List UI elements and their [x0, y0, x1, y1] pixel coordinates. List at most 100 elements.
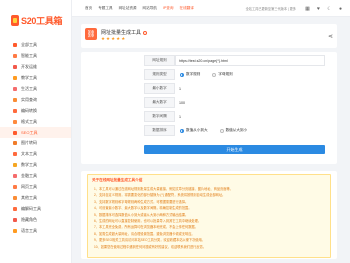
top-bar: 首页 专题工具 网址站资源 网站导航 IP查询 在线翻译 全站工具已更新至第三代版本 | …	[72, 0, 350, 17]
sidebar-item[interactable]: 金融工具	[0, 171, 71, 182]
tool-header-card: ⛓ 网址批量生成工具 ★ ★ ★ ★ ★ ⋖	[81, 24, 337, 48]
url-rule-label: 网址规则	[144, 55, 175, 66]
sidebar-item[interactable]: 全部工具	[0, 40, 71, 51]
sidebar-item-icon	[13, 217, 17, 222]
sidebar-item[interactable]: 实用查询	[0, 94, 71, 105]
sidebar-item-label: 格式工具	[21, 118, 37, 124]
sidebar-item[interactable]: 智能工具	[0, 51, 71, 62]
star-icon: ★	[121, 36, 126, 41]
sidebar-item-icon	[13, 108, 17, 113]
sidebar-item-label: 编解码工具	[21, 205, 41, 211]
sort-order-row: 数据排序 数值从小到大 数值从大到小	[144, 125, 325, 136]
sidebar-item-icon	[13, 43, 17, 48]
sidebar-item-label: 金融工具	[21, 173, 37, 179]
top-nav-link[interactable]: IP查询	[163, 6, 174, 11]
top-nav-link[interactable]: 网址站资源	[119, 6, 137, 11]
min-number-input[interactable]: 1	[175, 83, 325, 94]
help-box: 关于在线网址批量生成工具介绍 1、本工具可以通过在线网址规则批量生成大量链接，例…	[87, 174, 331, 258]
sidebar-item[interactable]: 其他工具	[0, 192, 71, 203]
rule-type-row: 规则类型 数字规则 字母规则	[144, 69, 325, 80]
sidebar-item-label: SEO工具	[21, 129, 38, 135]
sidebar-item[interactable]: 编码转换	[0, 105, 71, 116]
min-number-row: 最小数字 1	[144, 83, 325, 94]
sidebar-item-icon	[13, 119, 17, 124]
sidebar-item-icon	[13, 76, 17, 81]
radio-descending-label: 数值从大到小	[225, 128, 248, 132]
help-line: 10、如果您在使用过程中遇到任何问题或有好的建议，欢迎联系我们进行反馈。	[94, 244, 206, 249]
sidebar-item[interactable]: SEO工具	[0, 127, 71, 139]
heart-icon[interactable]: ♥	[315, 5, 322, 12]
sidebar-item-label: 语言工具	[21, 227, 37, 233]
tool-form-card: 网址规则 https://test.s20.cn/page{*}.html 规则…	[81, 52, 337, 164]
sort-order-radio-group: 数值从小到大 数值从大到小	[175, 125, 325, 136]
min-number-label: 最小数字	[144, 83, 175, 94]
url-rule-input[interactable]: https://test.s20.cn/page{*}.html	[175, 55, 325, 66]
help-list: 1、本工具可以通过在线网址规则批量生成大量链接，例如文章分页链接、图片地址、商品…	[94, 186, 326, 250]
radio-checked-icon	[180, 72, 184, 77]
url-rule-row: 网址规则 https://test.s20.cn/page{*}.html	[144, 55, 325, 66]
generate-button[interactable]: 开始生成	[144, 145, 325, 154]
link-tool-icon: ⛓	[85, 28, 97, 40]
radio-descending[interactable]: 数值从大到小	[219, 128, 248, 133]
top-nav-link[interactable]: 专题工具	[98, 6, 112, 11]
tool-title: 网址批量生成工具	[101, 29, 148, 36]
sidebar-item-icon	[13, 163, 17, 168]
moon-icon[interactable]: ☾	[326, 5, 333, 12]
star-icon: ★	[106, 36, 111, 41]
top-nav-link[interactable]: 首页	[85, 6, 92, 11]
sidebar-item-label: 其他工具	[21, 194, 37, 200]
top-nav-link[interactable]: 网站导航	[143, 6, 157, 11]
step-label: 数字间隔	[144, 111, 175, 122]
tool-title-text: 网址批量生成工具	[101, 30, 142, 36]
radio-unchecked-icon	[219, 128, 224, 133]
notice-text[interactable]: 全站工具已更新至第三代版本 | 更多	[246, 6, 296, 11]
generator-form: 网址规则 https://test.s20.cn/page{*}.html 规则…	[144, 55, 325, 154]
sidebar-item-icon	[13, 87, 17, 91]
max-number-row: 最大数字 100	[144, 97, 325, 108]
sidebar-item-label: 数学工具	[21, 162, 37, 168]
sidebar-item[interactable]: 网页工具	[0, 182, 71, 193]
rating-stars: ★ ★ ★ ★ ★	[101, 36, 126, 42]
radio-ascending[interactable]: 数值从小到大	[180, 128, 208, 133]
sidebar-item[interactable]: 文本工具	[0, 149, 71, 160]
top-nav: 首页 专题工具 网址站资源 网站导航 IP查询 在线翻译	[85, 6, 194, 11]
step-row: 数字间隔 1	[144, 111, 325, 122]
sidebar: S20工具箱 全部工具智能工具开发运维 教学工具 生活工具 实用查询编码转换格式工具 S…	[0, 0, 72, 263]
sidebar-item[interactable]: 语言工具	[0, 225, 71, 236]
sidebar-item-icon	[13, 185, 17, 190]
sidebar-item[interactable]: 隐藏角色	[0, 214, 71, 225]
radio-number-rule[interactable]: 数字规则	[180, 72, 200, 77]
sidebar-item-label: 编码转换	[21, 107, 37, 113]
sidebar-item-icon	[13, 195, 17, 200]
radio-letter-rule[interactable]: 字母规则	[212, 72, 233, 77]
sidebar-item[interactable]: 开发运维	[0, 62, 71, 73]
grid-icon[interactable]: ▦	[304, 5, 311, 12]
logo-mark-icon	[11, 14, 19, 26]
sidebar-item-icon	[13, 228, 17, 233]
sidebar-item-icon	[13, 174, 17, 179]
help-title: 关于在线网址批量生成工具介绍	[92, 178, 143, 182]
radio-letter-rule-label: 字母规则	[218, 72, 233, 76]
sidebar-item[interactable]: 格式工具	[0, 116, 71, 127]
step-input[interactable]: 1	[175, 111, 325, 122]
sidebar-item[interactable]: 编解码工具	[0, 203, 71, 214]
sidebar-item-label: 图片转码	[21, 140, 37, 146]
sidebar-item-label: 智能工具	[21, 53, 37, 59]
sidebar-item-icon	[13, 97, 17, 102]
site-logo[interactable]: S20工具箱	[0, 0, 71, 40]
user-icon[interactable]: ●	[337, 5, 344, 12]
favorite-icon[interactable]	[143, 30, 148, 35]
share-icon[interactable]: ⋖	[328, 33, 333, 40]
sidebar-item[interactable]: 教学工具	[0, 73, 71, 84]
sidebar-item[interactable]: 生活工具	[0, 84, 71, 95]
sidebar-item-label: 实用查询	[21, 96, 37, 102]
radio-checked-icon	[180, 128, 184, 133]
max-number-input[interactable]: 100	[175, 97, 325, 108]
sidebar-item[interactable]: 数学工具	[0, 160, 71, 171]
sidebar-item-icon	[13, 152, 17, 157]
radio-unchecked-icon	[212, 72, 217, 77]
sidebar-item[interactable]: 图片转码	[0, 138, 71, 149]
top-nav-link[interactable]: 在线翻译	[180, 6, 194, 11]
sidebar-item-icon	[13, 130, 17, 135]
max-number-label: 最大数字	[144, 97, 175, 108]
